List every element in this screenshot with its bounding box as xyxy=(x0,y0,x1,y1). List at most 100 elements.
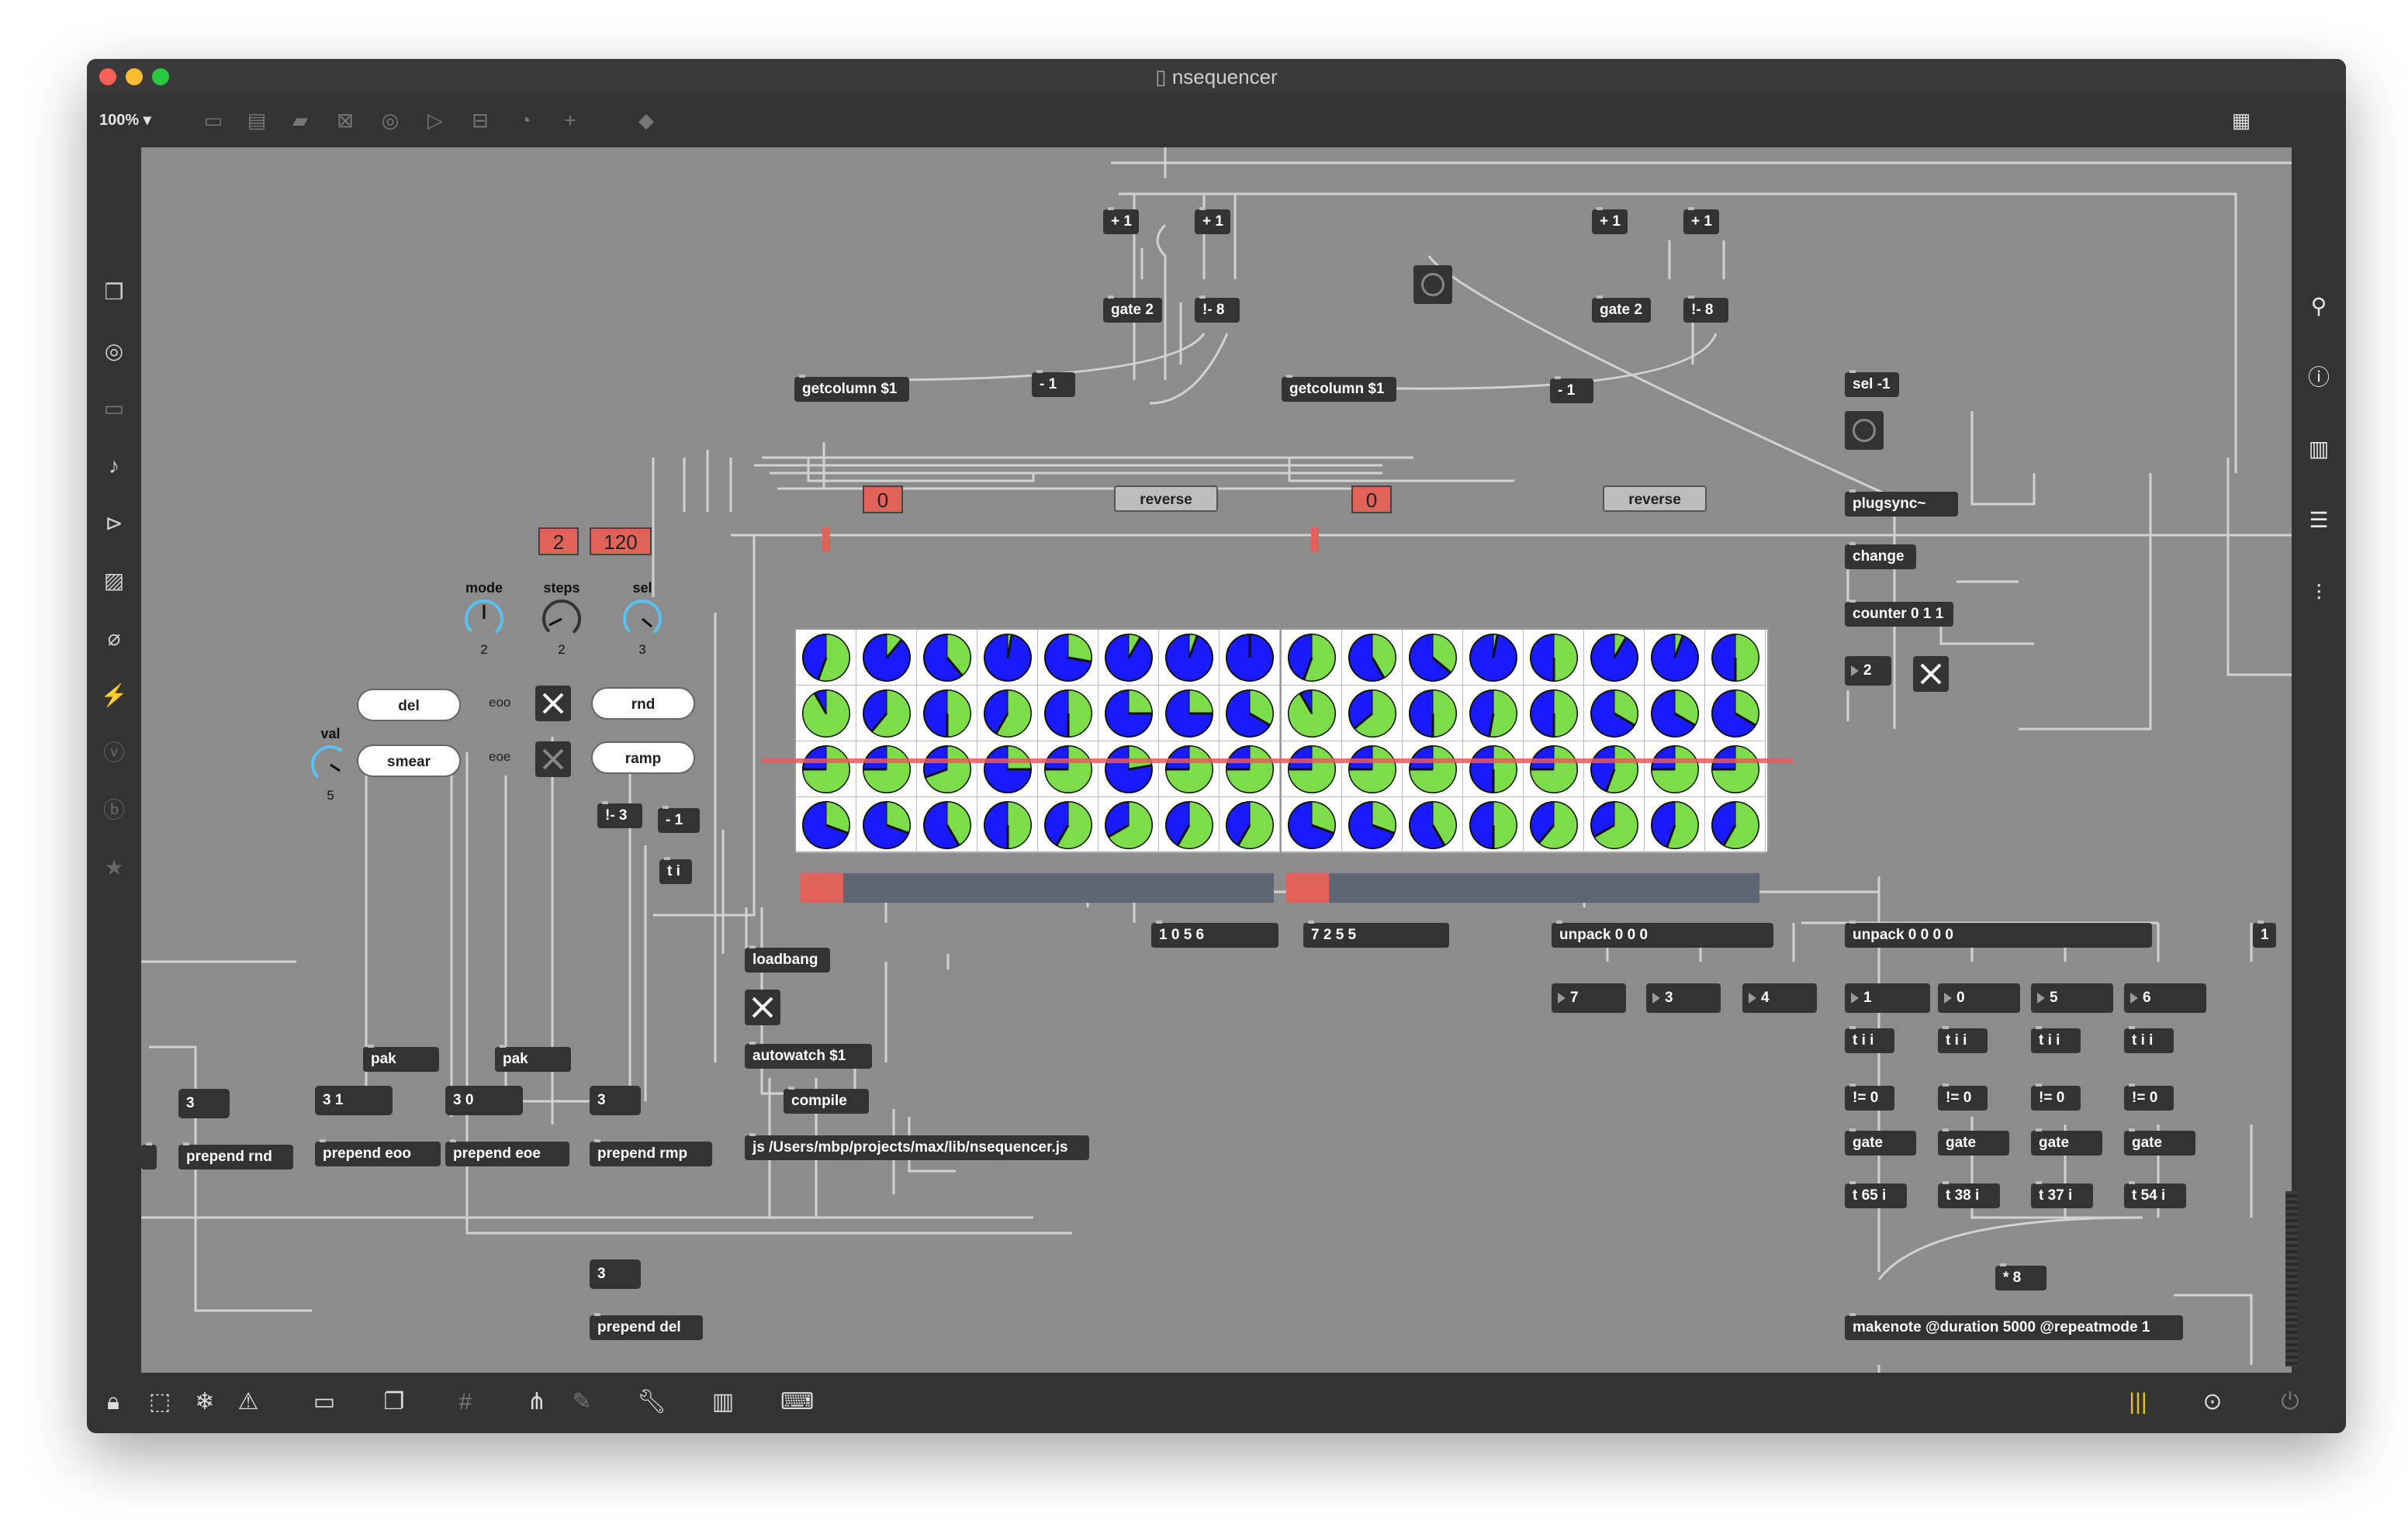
step-dial[interactable] xyxy=(856,797,917,853)
grid1-column-number[interactable]: 0 xyxy=(863,485,903,513)
pak-object[interactable]: pak xyxy=(363,1045,439,1072)
meter-icon[interactable]: ||| xyxy=(2123,1387,2154,1418)
gate-object[interactable]: gate xyxy=(2031,1128,2102,1156)
step-dial[interactable] xyxy=(1403,630,1463,686)
counter-object[interactable]: counter 0 1 1 xyxy=(1845,599,1953,627)
columns-icon[interactable]: ▥ xyxy=(2304,434,2334,464)
list-icon[interactable]: ☰ xyxy=(2304,506,2334,535)
music-note-icon[interactable]: ♪ xyxy=(99,451,129,481)
play-icon[interactable]: ▷ xyxy=(422,107,448,133)
unpack4-number[interactable]: 0 xyxy=(1938,983,2020,1013)
unpack4-number[interactable]: 1 xyxy=(1845,983,1930,1013)
autowatch-toggle[interactable] xyxy=(745,990,780,1025)
step-dial[interactable] xyxy=(1159,630,1220,686)
grid-icon[interactable]: # xyxy=(450,1387,481,1418)
step-dial[interactable] xyxy=(1342,741,1403,797)
loadbang-object[interactable]: loadbang xyxy=(745,945,830,973)
ramp-button[interactable]: ramp xyxy=(591,741,695,774)
step-dial[interactable] xyxy=(917,797,977,853)
zoom-select[interactable]: 100% ▾ xyxy=(99,110,151,130)
plus1-object[interactable]: + 1 xyxy=(1683,207,1719,234)
bpatcher-icon[interactable]: ⓑ xyxy=(99,796,129,825)
vst-icon[interactable]: ▭ xyxy=(99,394,129,423)
vizzie-icon[interactable]: ⓥ xyxy=(99,738,129,768)
multiply-object[interactable]: * 8 xyxy=(1995,1263,2046,1290)
grid-menu-icon[interactable]: ▦ xyxy=(2228,107,2254,133)
trigger-object[interactable]: t 54 i xyxy=(2124,1181,2186,1208)
step-dial[interactable] xyxy=(856,741,917,797)
step-dial[interactable] xyxy=(1705,797,1766,853)
step-dial[interactable] xyxy=(1159,686,1220,741)
step-dial[interactable] xyxy=(1584,741,1645,797)
reverse-message[interactable]: reverse xyxy=(1603,485,1707,512)
rminus8-object[interactable]: !- 8 xyxy=(1683,295,1728,323)
unpack4-number[interactable]: 5 xyxy=(2031,983,2113,1013)
step-dial[interactable] xyxy=(1282,741,1342,797)
patcher-canvas[interactable]: + 1 + 1 + 1 + 1 gate 2 !- 8 gate 2 !- 8 … xyxy=(141,147,2292,1373)
neq-object[interactable]: != 0 xyxy=(1845,1083,1894,1111)
gate-object[interactable]: gate xyxy=(1938,1128,2009,1156)
image-icon[interactable]: ▨ xyxy=(99,566,129,596)
eoo-number[interactable]: 3 1 xyxy=(315,1086,393,1115)
step-dial[interactable] xyxy=(1645,686,1705,741)
warning-icon[interactable]: ⚠ xyxy=(233,1387,264,1418)
step-dial[interactable] xyxy=(796,797,856,853)
autowatch-message[interactable]: autowatch $1 xyxy=(745,1042,872,1069)
step-dial[interactable] xyxy=(1705,630,1766,686)
steps-dial[interactable] xyxy=(540,597,583,641)
step-dial[interactable] xyxy=(1524,741,1584,797)
ti-object[interactable]: t i xyxy=(659,857,692,884)
step-dial[interactable] xyxy=(1220,797,1280,853)
sequencer-grid-2[interactable] xyxy=(1280,628,1769,853)
edit-icon[interactable]: ⬚ xyxy=(144,1387,175,1418)
change-object[interactable]: change xyxy=(1845,542,1916,569)
paint-bucket-icon[interactable]: ◆ xyxy=(633,107,659,133)
step-dial[interactable] xyxy=(917,741,977,797)
gate2-object[interactable]: gate 2 xyxy=(1103,295,1162,323)
tool-icon[interactable]: ✎ xyxy=(566,1387,597,1418)
step-dial[interactable] xyxy=(796,686,856,741)
gate-object[interactable]: gate xyxy=(2124,1128,2195,1156)
pak-object[interactable]: pak xyxy=(495,1045,571,1072)
trigger-object[interactable]: t 37 i xyxy=(2031,1181,2093,1208)
minus1-object[interactable]: - 1 xyxy=(1550,376,1593,403)
neq-object[interactable]: != 0 xyxy=(2124,1083,2174,1111)
trigger-object[interactable]: t 65 i xyxy=(1845,1181,1907,1208)
step-dial[interactable] xyxy=(1705,741,1766,797)
freeze-icon[interactable]: ❄ xyxy=(189,1387,220,1418)
sel-dial[interactable] xyxy=(621,597,664,641)
list-message[interactable]: 7 2 5 5 xyxy=(1303,921,1449,948)
package-icon[interactable]: ❒ xyxy=(99,278,129,307)
tempo-number[interactable]: 120 xyxy=(590,527,652,555)
unpack3-number[interactable]: 3 xyxy=(1646,983,1721,1013)
smear-button[interactable]: smear xyxy=(357,745,461,777)
piano-icon[interactable]: ▥ xyxy=(708,1387,739,1418)
step-dial[interactable] xyxy=(1220,630,1280,686)
step-dial[interactable] xyxy=(977,797,1038,853)
step-dial[interactable] xyxy=(1463,630,1524,686)
plus1-object[interactable]: + 1 xyxy=(1195,207,1230,234)
js-object[interactable]: js /Users/mbp/projects/max/lib/nsequence… xyxy=(745,1133,1089,1160)
search-icon[interactable]: ⚲ xyxy=(2304,292,2334,321)
step-dial[interactable] xyxy=(1584,630,1645,686)
step-dial[interactable] xyxy=(1342,797,1403,853)
plugsync-object[interactable]: plugsync~ xyxy=(1845,489,1958,517)
keyboard-icon[interactable]: ⌨ xyxy=(780,1387,814,1418)
minus1-object[interactable]: - 1 xyxy=(1032,370,1075,397)
step-dial[interactable] xyxy=(1463,797,1524,853)
step-dial[interactable] xyxy=(1159,797,1220,853)
presentation-view-icon[interactable]: ▭ xyxy=(200,107,227,133)
rminus3-object[interactable]: !- 3 xyxy=(597,801,642,828)
tii-object[interactable]: t i i xyxy=(1938,1026,1988,1053)
compile-message[interactable]: compile xyxy=(784,1087,869,1114)
step-dial[interactable] xyxy=(1282,797,1342,853)
prepend-del-object[interactable]: prepend del xyxy=(590,1313,703,1340)
step-dial[interactable] xyxy=(796,630,856,686)
step-dial[interactable] xyxy=(1159,741,1220,797)
step-dial[interactable] xyxy=(1038,741,1098,797)
info-icon[interactable]: ⓘ xyxy=(2304,363,2334,392)
speech-icon[interactable]: ▰ xyxy=(287,107,313,133)
step-dial[interactable] xyxy=(1645,741,1705,797)
reverse-message[interactable]: reverse xyxy=(1114,485,1218,512)
step-dial[interactable] xyxy=(1098,741,1159,797)
